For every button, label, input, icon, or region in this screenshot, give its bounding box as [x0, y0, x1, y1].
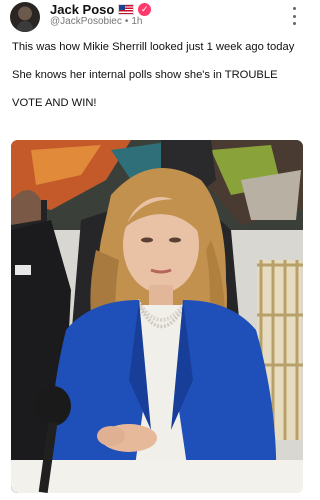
post-photo[interactable]	[11, 140, 303, 493]
more-vertical-icon[interactable]	[289, 7, 299, 25]
meta-separator: •	[124, 16, 129, 27]
verified-badge-icon: ✓	[138, 2, 152, 16]
author-handle[interactable]: @JackPosobiec	[50, 16, 122, 27]
post-time[interactable]: 1h	[131, 16, 142, 27]
photo-illustration	[11, 140, 303, 493]
author-name-row: Jack Poso ✓	[50, 1, 152, 17]
author-meta-row: @JackPosobiec • 1h	[50, 16, 143, 27]
avatar[interactable]	[10, 2, 40, 32]
us-flag-icon	[118, 3, 135, 15]
post-text-line: She knows her internal polls show she's …	[12, 69, 278, 81]
post-text-line: This was how Mikie Sherrill looked just …	[12, 41, 295, 53]
social-post: Jack Poso ✓ @JackPosobiec • 1h This was …	[0, 0, 315, 500]
post-text: This was how Mikie Sherrill looked just …	[12, 40, 307, 124]
author-display-name[interactable]: Jack Poso	[50, 2, 114, 17]
post-text-line: VOTE AND WIN!	[12, 97, 97, 109]
